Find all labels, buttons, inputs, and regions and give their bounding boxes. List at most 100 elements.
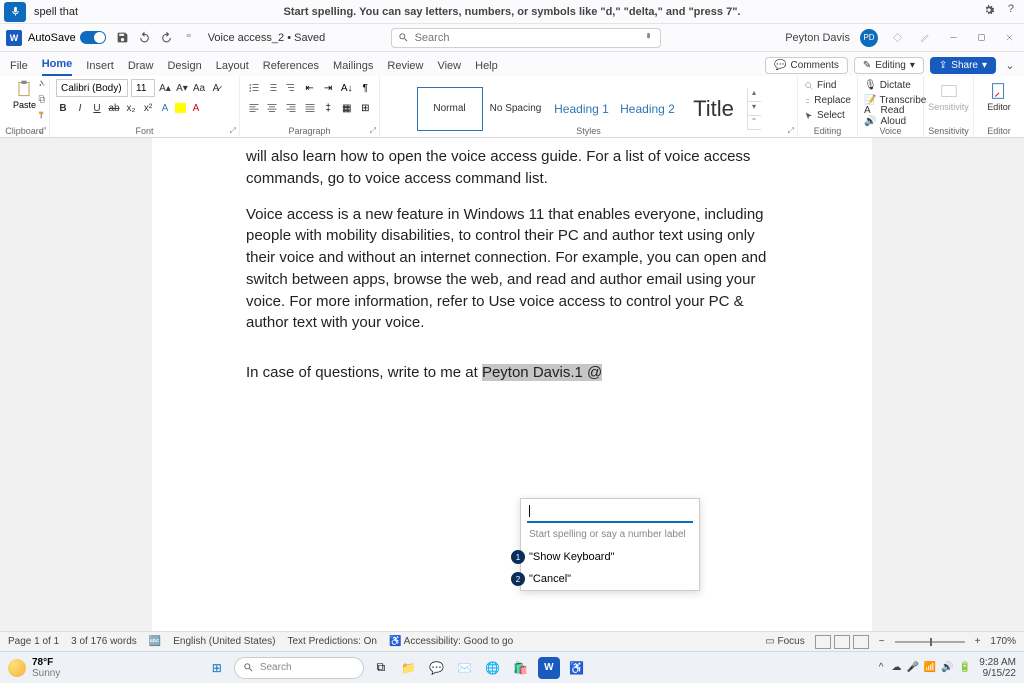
highlight-icon[interactable]: [175, 103, 186, 113]
undo-icon[interactable]: [138, 31, 152, 45]
status-spell-icon[interactable]: 🔤: [149, 636, 161, 647]
share-button[interactable]: ⇪ Share ▾: [930, 57, 996, 74]
superscript-button[interactable]: x²: [141, 100, 155, 116]
font-name-select[interactable]: Calibri (Body): [56, 79, 128, 97]
zoom-out-icon[interactable]: −: [879, 636, 885, 647]
suggestion-cancel[interactable]: 2 "Cancel": [521, 568, 699, 590]
zoom-level[interactable]: 170%: [990, 636, 1016, 647]
styles-launcher-icon[interactable]: ⤢: [788, 126, 794, 136]
status-accessibility[interactable]: ♿ Accessibility: Good to go: [389, 636, 513, 647]
editor-icon[interactable]: [988, 80, 1010, 102]
clock[interactable]: 9:28 AM 9/15/22: [979, 657, 1016, 679]
document-area[interactable]: will also learn how to open the voice ac…: [0, 138, 1024, 631]
tab-insert[interactable]: Insert: [86, 60, 114, 76]
tab-design[interactable]: Design: [167, 60, 201, 76]
spelling-input[interactable]: [527, 503, 693, 523]
dictate-button[interactable]: 🎙 Dictate: [864, 78, 917, 93]
gear-icon[interactable]: [982, 3, 996, 20]
shrink-font-icon[interactable]: A▾: [175, 80, 189, 96]
paragraph-launcher-icon[interactable]: ⤢: [370, 126, 376, 136]
accessibility-icon[interactable]: ♿: [566, 657, 588, 679]
justify-icon[interactable]: [302, 100, 318, 116]
status-predictions[interactable]: Text Predictions: On: [288, 636, 377, 647]
select-button[interactable]: Select: [804, 108, 851, 123]
comments-button[interactable]: 💬 Comments: [765, 57, 848, 74]
bold-button[interactable]: B: [56, 100, 70, 116]
volume-icon[interactable]: 🔊: [941, 662, 953, 673]
avatar[interactable]: PD: [860, 29, 878, 47]
borders-icon[interactable]: ⊞: [357, 100, 373, 116]
search-box[interactable]: [391, 28, 661, 48]
onedrive-icon[interactable]: ☁: [891, 662, 901, 673]
redo-icon[interactable]: [160, 31, 174, 45]
mic-icon[interactable]: [4, 2, 26, 22]
suggestion-show-keyboard[interactable]: 1 "Show Keyboard": [521, 546, 699, 568]
edge-icon[interactable]: 🌐: [482, 657, 504, 679]
copy-icon[interactable]: [37, 94, 47, 107]
clipboard-launcher-icon[interactable]: ⤢: [40, 126, 46, 136]
shading-icon[interactable]: ▦: [339, 100, 355, 116]
pilcrow-icon[interactable]: ¶: [357, 80, 373, 96]
mail-icon[interactable]: ✉️: [454, 657, 476, 679]
tab-draw[interactable]: Draw: [128, 60, 154, 76]
decrease-indent-icon[interactable]: ⇤: [302, 80, 318, 96]
user-name[interactable]: Peyton Davis: [785, 32, 850, 44]
italic-button[interactable]: I: [73, 100, 87, 116]
style-title[interactable]: Title: [681, 87, 747, 131]
style-heading1[interactable]: Heading 1: [549, 87, 615, 131]
help-icon[interactable]: ?: [1008, 3, 1014, 20]
read-aloud-button[interactable]: A🔊 Read Aloud: [864, 108, 917, 123]
numbering-icon[interactable]: [265, 80, 281, 96]
paragraph-2[interactable]: Voice access is a new feature in Windows…: [246, 204, 778, 335]
align-center-icon[interactable]: [265, 100, 281, 116]
subscript-button[interactable]: x₂: [124, 100, 138, 116]
zoom-slider[interactable]: [895, 641, 965, 643]
status-words[interactable]: 3 of 176 words: [71, 636, 137, 647]
tab-home[interactable]: Home: [42, 58, 73, 76]
mic-icon[interactable]: [643, 32, 654, 43]
status-language[interactable]: English (United States): [173, 636, 275, 647]
qat-dropdown-icon[interactable]: ⁼: [182, 31, 196, 45]
font-color-icon[interactable]: A: [189, 100, 203, 116]
style-no-spacing[interactable]: No Spacing: [483, 87, 549, 131]
strike-button[interactable]: ab: [107, 100, 121, 116]
align-left-icon[interactable]: [246, 100, 262, 116]
zoom-in-icon[interactable]: +: [975, 636, 981, 647]
wifi-icon[interactable]: 📶: [924, 662, 936, 673]
save-icon[interactable]: [116, 31, 130, 45]
focus-button[interactable]: ▭ Focus: [765, 636, 804, 647]
replace-button[interactable]: Replace: [804, 93, 851, 108]
line-spacing-icon[interactable]: ‡: [320, 100, 336, 116]
tab-review[interactable]: Review: [387, 60, 423, 76]
font-launcher-icon[interactable]: ⤢: [230, 126, 236, 136]
style-heading2[interactable]: Heading 2: [615, 87, 681, 131]
cut-icon[interactable]: [37, 78, 47, 91]
taskbar-weather[interactable]: 78°F Sunny: [8, 657, 60, 679]
document-title[interactable]: Voice access_2 • Saved: [208, 32, 326, 44]
taskbar-search[interactable]: Search: [234, 657, 364, 679]
chat-icon[interactable]: 💬: [426, 657, 448, 679]
font-size-select[interactable]: 11: [131, 79, 155, 97]
sys-tray[interactable]: ☁ 🎤 📶 🔊 🔋: [891, 662, 971, 673]
explorer-icon[interactable]: 📁: [398, 657, 420, 679]
collapse-ribbon-icon[interactable]: ⌄: [1002, 59, 1018, 72]
status-page[interactable]: Page 1 of 1: [8, 636, 59, 647]
maximize-icon[interactable]: [972, 29, 990, 47]
tab-file[interactable]: File: [10, 60, 28, 76]
change-case-icon[interactable]: Aa: [192, 80, 206, 96]
tab-layout[interactable]: Layout: [216, 60, 249, 76]
paragraph-1[interactable]: will also learn how to open the voice ac…: [246, 146, 778, 190]
format-painter-icon[interactable]: [37, 110, 47, 123]
view-switcher[interactable]: [815, 635, 869, 649]
store-icon[interactable]: 🛍️: [510, 657, 532, 679]
style-normal[interactable]: Normal: [417, 87, 483, 131]
task-view-icon[interactable]: ⧉: [370, 657, 392, 679]
find-button[interactable]: Find: [804, 78, 851, 93]
increase-indent-icon[interactable]: ⇥: [320, 80, 336, 96]
toggle-on-icon[interactable]: [80, 31, 106, 44]
sensitivity-icon[interactable]: [938, 80, 960, 102]
tab-references[interactable]: References: [263, 60, 319, 76]
grow-font-icon[interactable]: A▴: [158, 80, 172, 96]
align-right-icon[interactable]: [283, 100, 299, 116]
close-icon[interactable]: [1000, 29, 1018, 47]
